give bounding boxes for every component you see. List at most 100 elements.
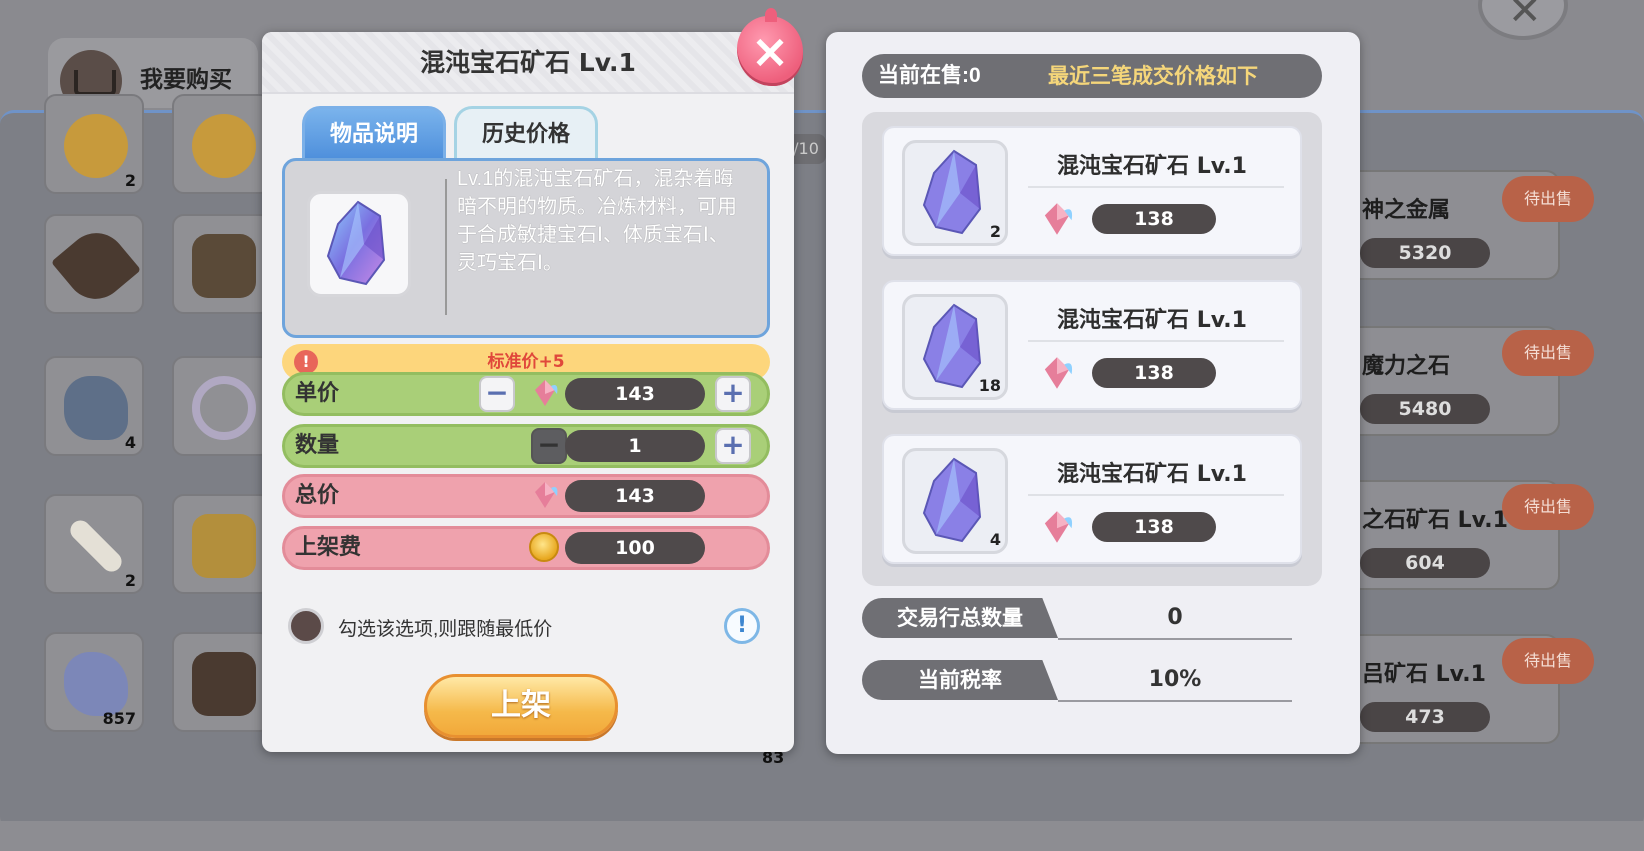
item-count: 2 (989, 222, 1001, 241)
quantity-label: 数量 (295, 433, 340, 458)
status-badge: 待出售 (1502, 176, 1594, 222)
status-badge: 待出售 (1502, 638, 1594, 684)
quantity-value[interactable]: 1 (565, 430, 705, 462)
background-scene: 我要购买 2 4 2 857 /10 神之金属5320 魔力之石5480 之石矿… (0, 0, 1644, 851)
decrease-price-button[interactable]: − (479, 376, 515, 412)
wing-crystal-icon (1044, 203, 1073, 235)
listing-name: 魔力之石 (1362, 354, 1451, 379)
wing-crystal-icon (1044, 357, 1073, 389)
follow-lowest-option: 勾选该选项,则跟随最低价 ! (288, 606, 768, 646)
tax-rate: 当前税率 10% (862, 660, 1292, 704)
listing-price: 5320 (1360, 238, 1490, 268)
recent-sales-label: 最近三笔成交价格如下 (1048, 64, 1258, 88)
inventory-slot[interactable]: 4 (44, 356, 144, 456)
listing-name: 吕矿石 Lv.1 (1362, 662, 1486, 687)
total-price-row: 总价 143 (282, 474, 770, 518)
inventory-count: 2 (124, 571, 136, 590)
item-icon-slot: 2 (902, 140, 1008, 246)
status-badge: 待出售 (1502, 330, 1594, 376)
scroll-icon (192, 514, 256, 578)
increase-quantity-button[interactable]: + (715, 428, 751, 464)
item-icon-slot: 4 (902, 448, 1008, 554)
close-icon[interactable] (1478, 0, 1568, 40)
divider (1028, 494, 1284, 496)
total-price-value: 143 (565, 480, 705, 512)
tab-price-history[interactable]: 历史价格 (454, 106, 598, 158)
inventory-slot[interactable]: 2 (44, 94, 144, 194)
quantity-row: 数量 − 1 + (282, 424, 770, 468)
listing-price: 604 (1360, 548, 1490, 578)
dagger-icon (50, 220, 142, 312)
total-price-label: 总价 (295, 483, 340, 508)
item-name: 混沌宝石矿石 Lv.1 (1057, 462, 1247, 487)
sale-status-bar: 当前在售:0 最近三笔成交价格如下 (862, 54, 1322, 98)
decrease-quantity-button[interactable]: − (531, 428, 567, 464)
total-quantity-label: 交易行总数量 (862, 598, 1058, 638)
item-description: Lv.1的混沌宝石矿石，混杂着晦暗不明的物质。冶炼材料，可用于合成敏捷宝石Ⅰ、体… (457, 168, 737, 274)
recent-sale-item[interactable]: 2 混沌宝石矿石 Lv.1 138 (882, 126, 1302, 256)
coin-item-icon (192, 114, 256, 178)
close-dialog-button[interactable]: × (737, 8, 803, 86)
follow-lowest-checkbox[interactable] (288, 608, 324, 644)
inventory-count: 4 (124, 433, 136, 452)
listing-fee-label: 上架费 (295, 535, 362, 560)
buy-tab-label: 我要购买 (140, 66, 232, 92)
ring-icon (192, 376, 256, 440)
gold-coin-icon (529, 532, 559, 562)
listing-price: 473 (1360, 702, 1490, 732)
market-total-quantity: 交易行总数量 0 (862, 598, 1292, 642)
follow-lowest-label: 勾选该选项,则跟随最低价 (338, 619, 553, 640)
inventory-slot[interactable] (172, 214, 272, 314)
info-icon[interactable]: ! (724, 608, 760, 644)
inventory-slot[interactable]: 857 (44, 632, 144, 732)
divider (1028, 186, 1284, 188)
increase-price-button[interactable]: + (715, 376, 751, 412)
dialog-title: 混沌宝石矿石 Lv.1 (262, 32, 794, 94)
item-description-box: Lv.1的混沌宝石矿石，混杂着晦暗不明的物质。冶炼材料，可用于合成敏捷宝石Ⅰ、体… (282, 158, 770, 338)
tab-item-info[interactable]: 物品说明 (302, 106, 446, 158)
inventory-slot[interactable] (172, 632, 272, 732)
crystal-icon (326, 200, 386, 286)
underline (1058, 700, 1292, 702)
listing-name: 神之金属 (1362, 198, 1451, 223)
recent-sale-item[interactable]: 4 混沌宝石矿石 Lv.1 138 (882, 434, 1302, 564)
wing-crystal-icon (535, 482, 558, 508)
inventory-slot[interactable] (172, 494, 272, 594)
description-divider (445, 179, 447, 315)
total-quantity-value: 0 (1167, 605, 1183, 630)
bone-icon (66, 516, 126, 576)
wing-crystal-icon (535, 380, 558, 406)
item-name: 混沌宝石矿石 Lv.1 (1057, 308, 1247, 333)
status-badge: 待出售 (1502, 484, 1594, 530)
recent-sale-item[interactable]: 18 混沌宝石矿石 Lv.1 138 (882, 280, 1302, 410)
item-name: 混沌宝石矿石 Lv.1 (1057, 154, 1247, 179)
tax-rate-label: 当前税率 (862, 660, 1058, 700)
coin-item-icon (64, 114, 128, 178)
inventory-slot[interactable] (44, 214, 144, 314)
tax-rate-value: 10% (1148, 667, 1202, 692)
inventory-count: 2 (124, 171, 136, 190)
sale-price: 138 (1092, 358, 1216, 388)
item-icon-slot (307, 191, 411, 297)
unit-price-value[interactable]: 143 (565, 378, 705, 410)
inventory-slot[interactable] (172, 356, 272, 456)
recent-sales-list: 2 混沌宝石矿石 Lv.1 138 18 混沌宝石矿石 Lv.1 138 4 混… (862, 112, 1322, 586)
listing-price: 5480 (1360, 394, 1490, 424)
sale-price: 138 (1092, 204, 1216, 234)
close-icon: × (750, 24, 790, 78)
inventory-slot[interactable]: 2 (44, 494, 144, 594)
axe-icon (192, 652, 256, 716)
listing-fee-value: 100 (565, 532, 705, 564)
ore-icon (64, 652, 128, 716)
unit-price-label: 单价 (295, 381, 340, 406)
list-item-button[interactable]: 上架 (424, 674, 618, 738)
listing-name: 之石矿石 Lv.1 (1362, 508, 1508, 533)
inventory-slot[interactable] (172, 94, 272, 194)
item-count: 4 (989, 530, 1001, 549)
unit-price-row: 单价 − 143 + (282, 372, 770, 416)
bottom-band (0, 821, 1644, 851)
on-sale-count: 当前在售:0 (878, 64, 981, 87)
sale-price: 138 (1092, 512, 1216, 542)
market-panel: 当前在售:0 最近三笔成交价格如下 2 混沌宝石矿石 Lv.1 138 18 混… (826, 32, 1360, 754)
underline (1058, 638, 1292, 640)
